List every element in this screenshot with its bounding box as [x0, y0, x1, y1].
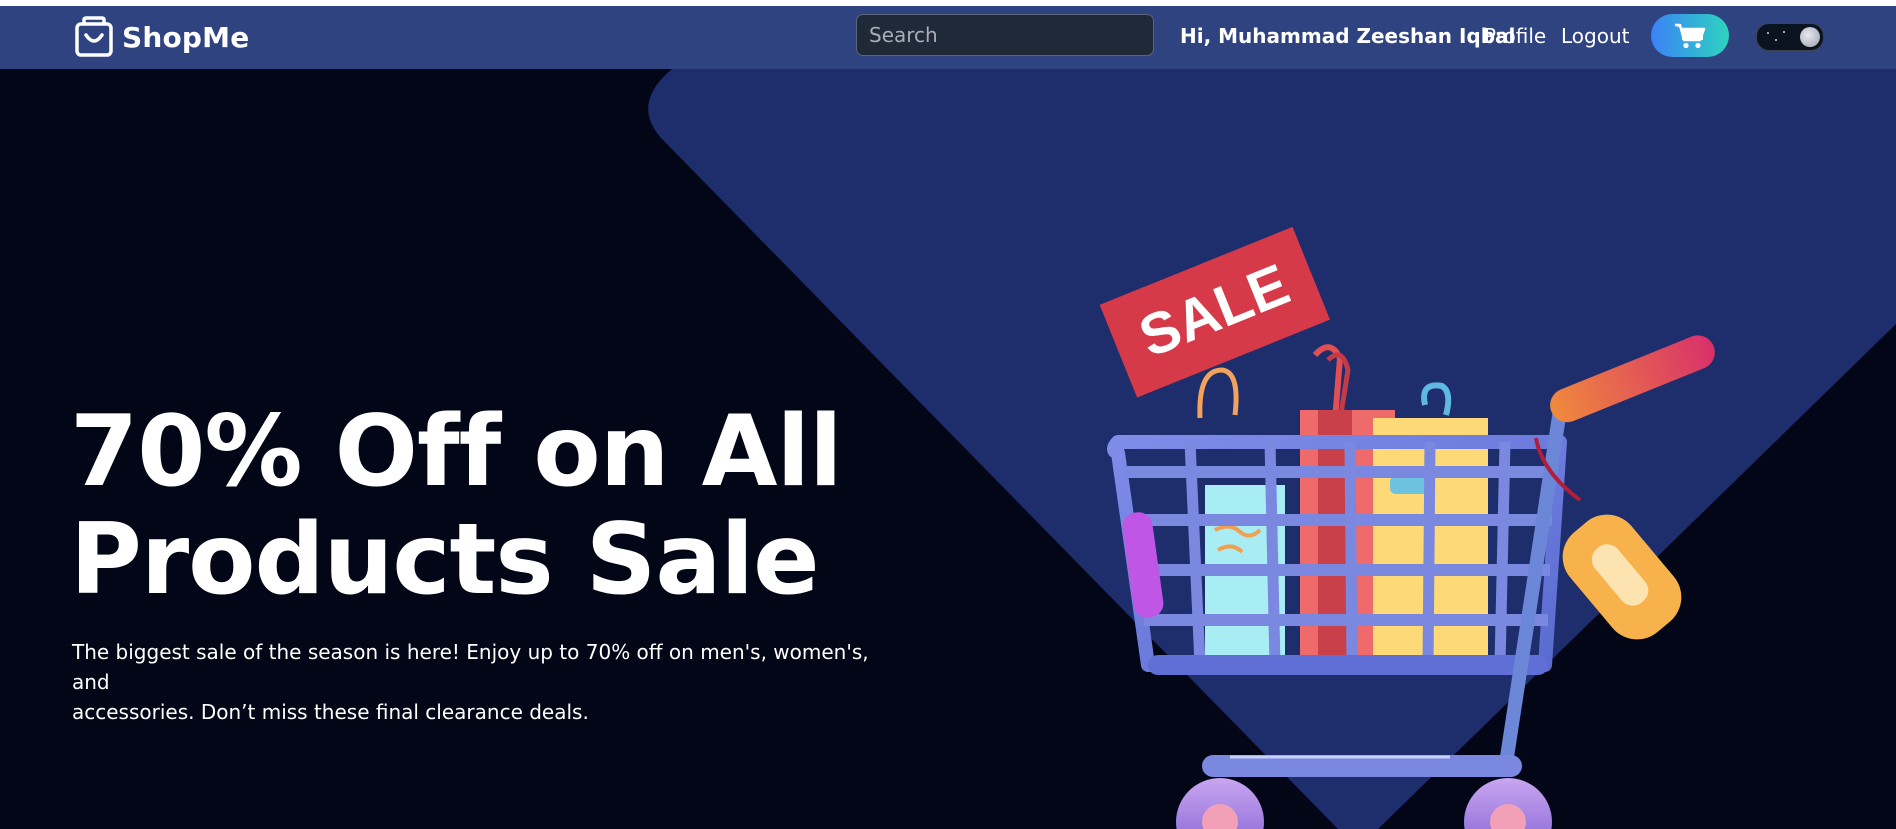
- hero-headline-line-2: Products Sale: [70, 503, 820, 617]
- profile-link[interactable]: Profile: [1484, 24, 1546, 48]
- toggle-star: [1775, 39, 1777, 41]
- moon-icon: [1800, 27, 1820, 47]
- navbar: ShopMe Hi, Muhammad Zeeshan Iqbal Profil…: [0, 6, 1896, 69]
- brand[interactable]: ShopMe: [74, 14, 249, 60]
- user-greeting: Hi, Muhammad Zeeshan Iqbal: [1180, 24, 1516, 48]
- hero-headline-line-1: 70% Off on All: [70, 395, 843, 509]
- theme-toggle[interactable]: [1756, 23, 1824, 51]
- hero-description: The biggest sale of the season is here! …: [72, 637, 872, 727]
- toggle-star: [1783, 31, 1785, 33]
- shopping-bag-icon: [75, 16, 113, 57]
- shopping-cart-illustration: SALE: [1099, 226, 1715, 829]
- hero-description-line-1: The biggest sale of the season is here! …: [72, 640, 869, 694]
- logout-link[interactable]: Logout: [1561, 24, 1629, 48]
- toggle-star: [1767, 32, 1769, 34]
- brand-name: ShopMe: [122, 20, 250, 54]
- hero-headline: 70% Off on All Products Sale: [70, 398, 970, 614]
- shopping-cart-icon: [1675, 23, 1706, 48]
- hero-description-line-2: accessories. Don’t miss these final clea…: [72, 700, 589, 724]
- search-input[interactable]: [856, 14, 1154, 56]
- cart-button[interactable]: [1651, 14, 1729, 57]
